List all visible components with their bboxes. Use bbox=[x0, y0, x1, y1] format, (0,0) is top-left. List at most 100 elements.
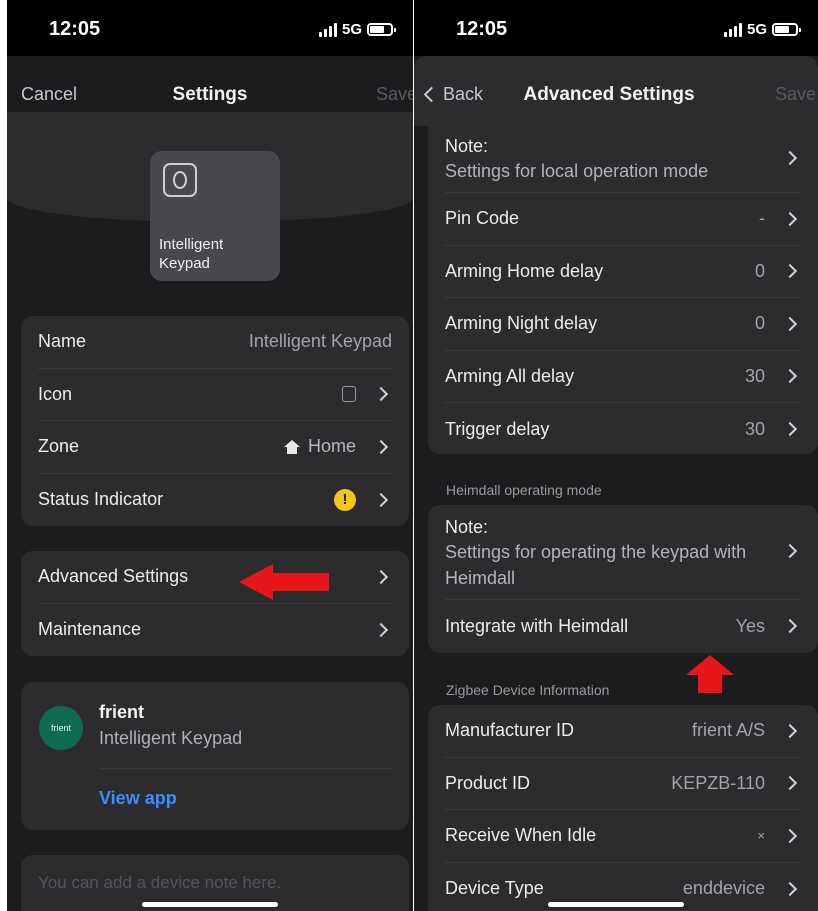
product-id-row[interactable]: Product ID KEPZB-110 bbox=[445, 758, 801, 810]
row-value: enddevice bbox=[682, 878, 765, 899]
divider bbox=[99, 768, 392, 769]
row-label: Maintenance bbox=[38, 619, 142, 640]
row-value: 30 bbox=[744, 365, 765, 386]
status-indicators: 5G bbox=[723, 21, 801, 38]
nav-bar: Back Advanced Settings Save bbox=[414, 56, 818, 126]
zigbee-section-label: Zigbee Device Information bbox=[446, 682, 610, 698]
home-icon bbox=[283, 439, 300, 454]
row-value: Yes bbox=[735, 615, 765, 636]
chevron-right-icon bbox=[782, 316, 798, 331]
name-value: Intelligent Keypad bbox=[248, 331, 392, 352]
signal-icon bbox=[318, 22, 337, 37]
arming-all-delay-row[interactable]: Arming All delay 30 bbox=[445, 351, 801, 403]
chevron-right-icon bbox=[373, 387, 389, 402]
manufacturer-id-row[interactable]: Manufacturer ID frient A/S bbox=[445, 705, 801, 758]
local-settings-card: Note: Settings for local operation mode … bbox=[428, 126, 818, 454]
chevron-right-icon bbox=[782, 723, 798, 738]
row-label: Arming Home delay bbox=[445, 260, 604, 281]
chevron-right-icon bbox=[782, 881, 798, 896]
brand-name: frient bbox=[99, 702, 144, 722]
network-label: 5G bbox=[746, 21, 767, 38]
red-arrow-up bbox=[686, 655, 734, 693]
chevron-right-icon bbox=[782, 422, 798, 437]
chevron-right-icon bbox=[373, 622, 389, 637]
chevron-right-icon bbox=[782, 619, 798, 634]
view-app-link[interactable]: View app bbox=[99, 788, 177, 809]
chevron-right-icon bbox=[373, 492, 389, 507]
page-title: Advanced Settings bbox=[523, 84, 695, 105]
red-arrow-left bbox=[239, 564, 329, 600]
settings-screen: 12:05 5G Cancel Settings Save Intelligen… bbox=[7, 0, 413, 911]
device-tile-label: Intelligent Keypad bbox=[159, 236, 224, 272]
status-indicators: 5G bbox=[318, 21, 396, 38]
advanced-settings-row[interactable]: Advanced Settings bbox=[38, 551, 392, 604]
row-value: 30 bbox=[744, 418, 765, 439]
row-value: frient A/S bbox=[691, 720, 765, 741]
row-label: Zone bbox=[38, 436, 80, 457]
device-tile: Intelligent Keypad bbox=[150, 151, 280, 281]
keypad-icon bbox=[342, 386, 356, 403]
row-value: 0 bbox=[754, 260, 765, 281]
icon-row[interactable]: Icon bbox=[38, 369, 392, 421]
chevron-right-icon bbox=[782, 369, 798, 384]
status-time: 12:05 bbox=[49, 18, 101, 40]
zone-value: Home bbox=[307, 436, 356, 457]
battery-icon bbox=[772, 23, 801, 36]
signal-icon bbox=[723, 22, 742, 37]
status-indicator-row[interactable]: Status Indicator ! bbox=[38, 474, 392, 527]
row-label: Product ID bbox=[445, 772, 531, 793]
maintenance-row[interactable]: Maintenance bbox=[38, 604, 392, 657]
row-label: Receive When Idle bbox=[445, 825, 597, 846]
home-indicator bbox=[548, 902, 684, 907]
advanced-settings-screen: 12:05 5G Back Advanced Settings Save Not… bbox=[414, 0, 818, 911]
advanced-sheet: Back Advanced Settings Save Note: Settin… bbox=[414, 56, 818, 911]
row-value: 0 bbox=[754, 313, 765, 334]
row-label: Arming Night delay bbox=[445, 313, 598, 334]
trigger-delay-row[interactable]: Trigger delay 30 bbox=[445, 403, 801, 456]
warning-icon: ! bbox=[334, 488, 356, 511]
row-label: Advanced Settings bbox=[38, 566, 189, 587]
arming-night-delay-row[interactable]: Arming Night delay 0 bbox=[445, 298, 801, 351]
local-note-row[interactable]: Note: Settings for local operation mode bbox=[445, 126, 801, 193]
name-row[interactable]: Name Intelligent Keypad bbox=[38, 316, 392, 369]
note-text: Settings for operating the keypad with H… bbox=[445, 542, 747, 588]
battery-icon bbox=[367, 23, 396, 36]
status-bar: 12:05 5G bbox=[7, 0, 413, 56]
zone-row[interactable]: Zone Home bbox=[38, 421, 392, 474]
receive-when-idle-row[interactable]: Receive When Idle × bbox=[445, 810, 801, 863]
save-button[interactable]: Save bbox=[775, 84, 816, 105]
page-title: Settings bbox=[172, 84, 248, 105]
chevron-right-icon bbox=[782, 211, 798, 226]
zigbee-card: Manufacturer ID frient A/S Product ID KE… bbox=[428, 705, 818, 911]
home-indicator bbox=[142, 902, 278, 907]
settings-sheet: Cancel Settings Save Intelligent Keypad … bbox=[7, 56, 413, 911]
row-label: Pin Code bbox=[445, 208, 520, 229]
chevron-right-icon bbox=[782, 543, 798, 559]
device-note-placeholder: You can add a device note here. bbox=[38, 873, 282, 892]
heimdall-note-row[interactable]: Note: Settings for operating the keypad … bbox=[445, 505, 801, 600]
integrate-heimdall-row[interactable]: Integrate with Heimdall Yes bbox=[445, 600, 801, 653]
note-title: Note: bbox=[445, 517, 489, 537]
brand-logo: frient bbox=[39, 706, 83, 750]
more-settings-card: Advanced Settings Maintenance bbox=[21, 551, 409, 656]
row-value: × bbox=[757, 828, 765, 844]
row-label: Name bbox=[38, 331, 87, 352]
row-value: - bbox=[759, 208, 765, 229]
chevron-right-icon bbox=[373, 439, 389, 454]
save-button[interactable]: Save bbox=[376, 84, 413, 105]
chevron-right-icon bbox=[782, 776, 798, 791]
chevron-right-icon bbox=[782, 150, 798, 166]
row-label: Manufacturer ID bbox=[445, 720, 575, 741]
note-text: Settings for local operation mode bbox=[445, 161, 709, 181]
row-value: KEPZB-110 bbox=[671, 772, 765, 793]
chevron-right-icon bbox=[782, 828, 798, 843]
product-name: Intelligent Keypad bbox=[99, 728, 243, 748]
row-label: Trigger delay bbox=[445, 418, 550, 439]
pin-code-row[interactable]: Pin Code - bbox=[445, 193, 801, 246]
row-label: Integrate with Heimdall bbox=[445, 615, 629, 636]
note-title: Note: bbox=[445, 136, 489, 156]
heimdall-card: Note: Settings for operating the keypad … bbox=[428, 505, 818, 653]
status-bar: 12:05 5G bbox=[414, 0, 818, 56]
chevron-right-icon bbox=[373, 569, 389, 584]
arming-home-delay-row[interactable]: Arming Home delay 0 bbox=[445, 246, 801, 298]
